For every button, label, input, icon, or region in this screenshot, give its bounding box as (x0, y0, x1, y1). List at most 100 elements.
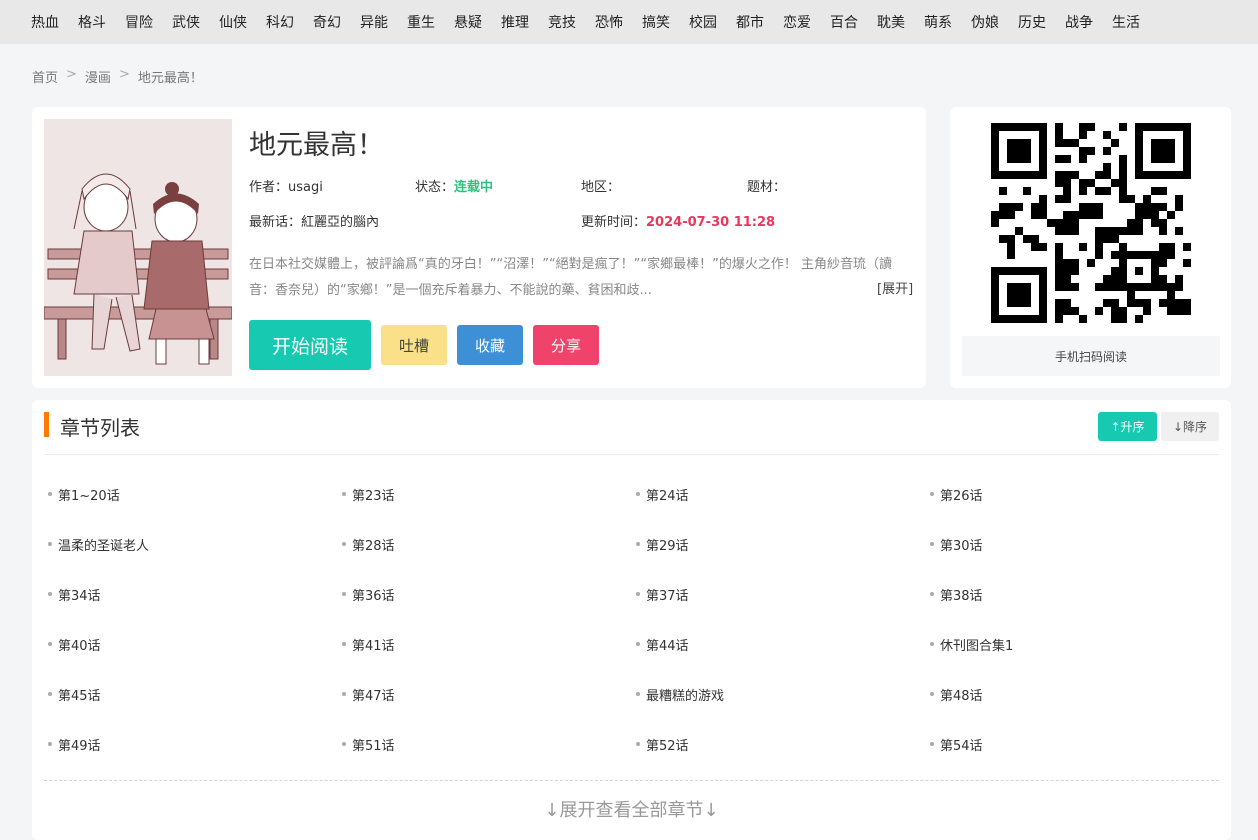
sort-ascending-button[interactable]: ↑升序 (1098, 412, 1157, 441)
chapter-item[interactable]: 第47话 (342, 670, 636, 720)
qr-module (1151, 123, 1159, 131)
chapter-item[interactable]: 最糟糕的游戏 (636, 670, 930, 720)
qr-module (1183, 243, 1191, 251)
chapter-item[interactable]: 第34话 (48, 570, 342, 620)
qr-module (1151, 275, 1159, 283)
qr-module (1183, 299, 1191, 307)
qr-module (1039, 315, 1047, 323)
qr-module (1023, 235, 1031, 243)
qr-module (1151, 187, 1159, 195)
nav-item[interactable]: 搞笑 (642, 12, 670, 32)
qr-module (1095, 251, 1103, 259)
qr-module (999, 315, 1007, 323)
chapter-item[interactable]: 第1~20话 (48, 470, 342, 520)
sort-descending-button[interactable]: ↓降序 (1161, 412, 1219, 441)
qr-module (1175, 195, 1183, 203)
qr-module (1007, 243, 1015, 251)
breadcrumb-separator: > (66, 67, 77, 82)
nav-item[interactable]: 战争 (1065, 12, 1093, 32)
expand-all-chapters-button[interactable]: ↓展开查看全部章节↓ (32, 796, 1231, 822)
nav-item[interactable]: 异能 (360, 12, 388, 32)
nav-item[interactable]: 生活 (1112, 12, 1140, 32)
qr-module (1007, 139, 1015, 147)
chapter-item[interactable]: 休刊图合集1 (930, 620, 1224, 670)
chapter-item[interactable]: 第49话 (48, 720, 342, 770)
qr-module (1119, 259, 1127, 267)
chapter-item[interactable]: 第23话 (342, 470, 636, 520)
qr-module (1055, 299, 1063, 307)
share-button[interactable]: 分享 (533, 325, 599, 365)
chapter-item[interactable]: 第51话 (342, 720, 636, 770)
qr-module (1055, 131, 1063, 139)
nav-item[interactable]: 推理 (501, 12, 529, 32)
qr-module (1071, 267, 1079, 275)
chapter-item[interactable]: 第41话 (342, 620, 636, 670)
qr-module (991, 267, 999, 275)
qr-module (1063, 283, 1071, 291)
chapter-item[interactable]: 第28话 (342, 520, 636, 570)
nav-item[interactable]: 重生 (407, 12, 435, 32)
nav-item[interactable]: 都市 (736, 12, 764, 32)
chapter-item[interactable]: 第26话 (930, 470, 1224, 520)
qr-module (1119, 187, 1127, 195)
nav-item[interactable]: 恋爱 (783, 12, 811, 32)
chapter-item[interactable]: 第40话 (48, 620, 342, 670)
qr-module (1127, 291, 1135, 299)
favorite-button[interactable]: 收藏 (457, 325, 523, 365)
nav-item[interactable]: 校园 (689, 12, 717, 32)
nav-item[interactable]: 冒险 (125, 12, 153, 32)
start-reading-button[interactable]: 开始阅读 (249, 320, 371, 370)
qr-module (1159, 299, 1167, 307)
qr-module (991, 219, 999, 227)
breadcrumb-category[interactable]: 漫画 (85, 67, 111, 86)
chapter-item[interactable]: 第44话 (636, 620, 930, 670)
qr-module (999, 235, 1007, 243)
chapter-item[interactable]: 第45话 (48, 670, 342, 720)
nav-item[interactable]: 恐怖 (595, 12, 623, 32)
qr-module (1079, 315, 1087, 323)
qr-module (1167, 243, 1175, 251)
qr-module (1135, 251, 1143, 259)
comment-button[interactable]: 吐槽 (381, 325, 447, 365)
chapter-item[interactable]: 第54话 (930, 720, 1224, 770)
nav-item[interactable]: 萌系 (924, 12, 952, 32)
nav-item[interactable]: 竞技 (548, 12, 576, 32)
qr-module (1119, 251, 1127, 259)
nav-item[interactable]: 百合 (830, 12, 858, 32)
nav-item[interactable]: 科幻 (266, 12, 294, 32)
chapter-item[interactable]: 第52话 (636, 720, 930, 770)
nav-item[interactable]: 热血 (31, 12, 59, 32)
chapter-item[interactable]: 第38话 (930, 570, 1224, 620)
nav-item[interactable]: 耽美 (877, 12, 905, 32)
qr-module (1023, 147, 1031, 155)
qr-module (1143, 171, 1151, 179)
nav-item[interactable]: 仙侠 (219, 12, 247, 32)
nav-item[interactable]: 历史 (1018, 12, 1046, 32)
nav-item[interactable]: 伪娘 (971, 12, 999, 32)
latest-chapter-link[interactable]: 紅麗亞的腦內 (301, 215, 379, 230)
nav-item[interactable]: 奇幻 (313, 12, 341, 32)
breadcrumb-home[interactable]: 首页 (32, 67, 58, 86)
qr-module (1063, 155, 1071, 163)
nav-item[interactable]: 武侠 (172, 12, 200, 32)
qr-module (1135, 131, 1143, 139)
nav-item[interactable]: 格斗 (78, 12, 106, 32)
chapter-item[interactable]: 第37话 (636, 570, 930, 620)
chapter-grid: 第1~20话 第23话 第24话 第26话温柔的圣诞老人 第28话 第29话 第30话第34… (48, 470, 1223, 770)
qr-module (1023, 299, 1031, 307)
chapter-item[interactable]: 第24话 (636, 470, 930, 520)
qr-module (1023, 283, 1031, 291)
expand-description-link[interactable]: [展开] (877, 278, 913, 297)
author-link[interactable]: usagi (288, 180, 323, 195)
chapter-item[interactable]: 温柔的圣诞老人 (48, 520, 342, 570)
chapter-item[interactable]: 第48话 (930, 670, 1224, 720)
qr-module (1159, 147, 1167, 155)
qr-module (1055, 267, 1063, 275)
qr-module (1095, 243, 1103, 251)
qr-module (1023, 267, 1031, 275)
chapter-item[interactable]: 第36话 (342, 570, 636, 620)
nav-item[interactable]: 悬疑 (454, 12, 482, 32)
chapter-item[interactable]: 第29话 (636, 520, 930, 570)
chapter-item[interactable]: 第30话 (930, 520, 1224, 570)
cover-image[interactable] (44, 119, 232, 376)
